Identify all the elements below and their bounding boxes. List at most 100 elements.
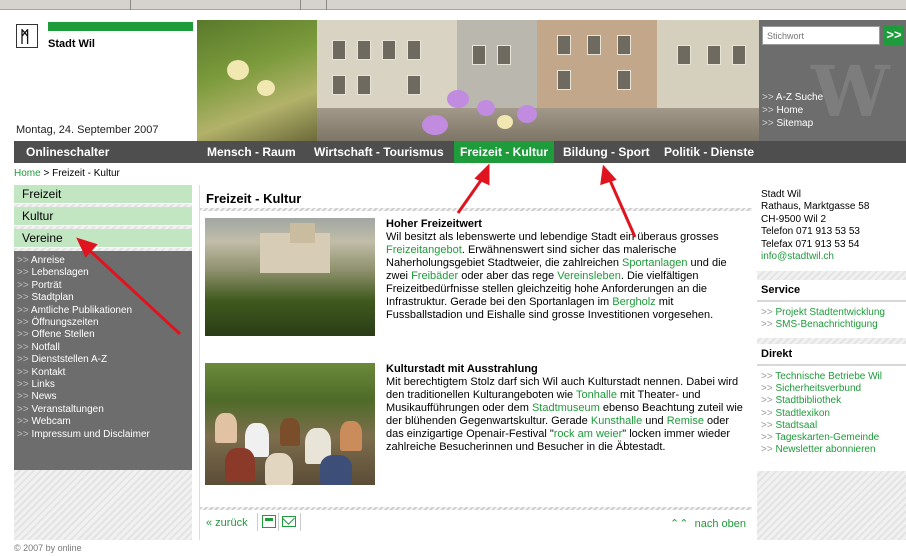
sidebar-link[interactable]: >> Webcam bbox=[17, 416, 192, 428]
direkt-heading: Direkt bbox=[757, 344, 906, 366]
service-heading: Service bbox=[757, 280, 906, 302]
nav-item-politik-dienste[interactable]: Politik - Dienste bbox=[664, 141, 754, 163]
link-tonhalle[interactable]: Tonhalle bbox=[576, 389, 617, 401]
nav-item-wirtschaft-tourismus[interactable]: Wirtschaft - Tourismus bbox=[314, 141, 444, 163]
annotation-arrowhead bbox=[600, 164, 617, 186]
breadcrumb-home[interactable]: Home bbox=[14, 168, 41, 179]
copyright: © 2007 by online bbox=[14, 543, 82, 553]
toolbar-separator bbox=[130, 0, 131, 10]
email-link[interactable]: info@stadtwil.ch bbox=[761, 251, 906, 263]
direkt-link[interactable]: >> Technische Betriebe Wil bbox=[761, 371, 906, 383]
main-nav: Onlineschalter Mensch - Raum Wirtschaft … bbox=[14, 141, 906, 163]
article-body: Wil besitzt als lebenswerte und lebendig… bbox=[386, 231, 727, 321]
address-box: Stadt Wil Rathaus, Marktgasse 58 CH-9500… bbox=[757, 185, 906, 271]
wil-crest-icon: ᛗ bbox=[16, 24, 38, 48]
subnav-freizeit[interactable]: Freizeit bbox=[14, 185, 192, 204]
brand-bar bbox=[48, 22, 193, 31]
annotation-arrowhead bbox=[474, 163, 490, 186]
subnav-kultur[interactable]: Kultur bbox=[14, 207, 192, 226]
divider bbox=[200, 208, 752, 211]
print-icon[interactable] bbox=[262, 515, 276, 528]
festival-crowd-photo bbox=[205, 363, 375, 485]
nav-item-bildung-sport[interactable]: Bildung - Sport bbox=[563, 141, 650, 163]
nav-item-onlineschalter[interactable]: Onlineschalter bbox=[26, 141, 109, 163]
back-link[interactable]: « zurück bbox=[206, 517, 248, 529]
link-kunsthalle[interactable]: Kunsthalle bbox=[591, 415, 642, 427]
breadcrumb-separator: > bbox=[40, 168, 53, 179]
quick-links: >> A-Z Suche >> Home >> Sitemap bbox=[762, 91, 823, 130]
direkt-link[interactable]: >> Sicherheitsverbund bbox=[761, 383, 906, 395]
breadcrumb: Home > Freizeit - Kultur bbox=[14, 168, 120, 179]
sidebar-link-list: >> Anreise >> Lebenslagen >> Porträt >> … bbox=[14, 251, 192, 470]
divider bbox=[200, 507, 752, 510]
mail-icon[interactable] bbox=[282, 516, 296, 527]
back-to-top-link[interactable]: ⌃⌃ nach oben bbox=[670, 517, 746, 530]
browser-toolbar-strip bbox=[0, 0, 906, 10]
sidebar-link[interactable]: >> Notfall bbox=[17, 342, 192, 354]
chevron-up-icon: ⌃⌃ bbox=[670, 518, 689, 530]
header-photo bbox=[197, 20, 759, 141]
address-line: CH-9500 Wil 2 bbox=[761, 213, 827, 225]
article-kultur: Kulturstadt mit Ausstrahlung Mit berecht… bbox=[386, 363, 746, 454]
article-body: Mit berechtigtem Stolz darf sich Wil auc… bbox=[386, 376, 743, 453]
city-name: Stadt Wil bbox=[48, 38, 95, 50]
sidebar-link[interactable]: >> Anreise bbox=[17, 255, 192, 267]
sidebar-link[interactable]: >> Kontakt bbox=[17, 367, 192, 379]
link-rock-am-weier[interactable]: rock am weier bbox=[554, 428, 622, 440]
address-line: Rathaus, Marktgasse 58 bbox=[761, 201, 870, 213]
nav-item-mensch-raum[interactable]: Mensch - Raum bbox=[207, 141, 296, 163]
sidebar-link[interactable]: >> Impressum und Disclaimer bbox=[17, 429, 192, 441]
sidebar-link[interactable]: >> Veranstaltungen bbox=[17, 404, 192, 416]
address-line: Telefax 071 913 53 54 bbox=[761, 238, 860, 250]
search-input[interactable] bbox=[762, 26, 880, 45]
direkt-box: Direkt >> Technische Betriebe Wil >> Sic… bbox=[757, 344, 906, 471]
link-freizeitangebot[interactable]: Freizeitangebot bbox=[386, 244, 462, 256]
direkt-link[interactable]: >> Stadtlexikon bbox=[761, 408, 906, 420]
content-footer: « zurück ⌃⌃ nach oben bbox=[200, 513, 752, 533]
right-column: Stadt Wil Rathaus, Marktgasse 58 CH-9500… bbox=[757, 185, 906, 540]
link-remise[interactable]: Remise bbox=[667, 415, 704, 427]
page-title: Freizeit - Kultur bbox=[206, 191, 302, 206]
service-link[interactable]: >> Projekt Stadtentwicklung bbox=[761, 307, 906, 319]
footer-separator bbox=[257, 513, 258, 531]
sidebar-link[interactable]: >> Links bbox=[17, 379, 192, 391]
subnav-vereine[interactable]: Vereine bbox=[14, 229, 192, 248]
article-heading: Kulturstadt mit Ausstrahlung bbox=[386, 363, 538, 375]
bear-watermark: W bbox=[811, 50, 890, 133]
sidebar-link[interactable]: >> Offene Stellen bbox=[17, 329, 192, 341]
sidebar-link[interactable]: >> Porträt bbox=[17, 280, 192, 292]
sidebar-link[interactable]: >> Öffnungszeiten bbox=[17, 317, 192, 329]
sidebar-link[interactable]: >> Stadtplan bbox=[17, 292, 192, 304]
logo-block[interactable]: ᛗ Stadt Wil Montag, 24. September 2007 bbox=[14, 20, 197, 141]
link-stadtmuseum[interactable]: Stadtmuseum bbox=[532, 402, 600, 414]
castle-photo bbox=[205, 218, 375, 336]
quick-link-az[interactable]: >> A-Z Suche bbox=[762, 91, 823, 104]
direkt-link[interactable]: >> Stadtsaal bbox=[761, 420, 906, 432]
service-box: Service >> Projekt Stadtentwicklung >> S… bbox=[757, 280, 906, 338]
direkt-link[interactable]: >> Tageskarten-Gemeinde bbox=[761, 432, 906, 444]
service-link[interactable]: >> SMS-Benachrichtigung bbox=[761, 319, 906, 331]
sidebar-link[interactable]: >> Dienststellen A-Z bbox=[17, 354, 192, 366]
direkt-link[interactable]: >> Stadtbibliothek bbox=[761, 395, 906, 407]
current-date: Montag, 24. September 2007 bbox=[16, 124, 159, 136]
article-heading: Hoher Freizeitwert bbox=[386, 218, 482, 230]
left-sidebar: Freizeit Kultur Vereine >> Anreise >> Le… bbox=[14, 185, 192, 540]
sidebar-link[interactable]: >> Amtliche Publikationen bbox=[17, 305, 192, 317]
link-bergholz[interactable]: Bergholz bbox=[612, 296, 655, 308]
page-header: ᛗ Stadt Wil Montag, 24. September 2007 >… bbox=[14, 20, 906, 141]
direkt-link[interactable]: >> Newsletter abonnieren bbox=[761, 444, 906, 456]
toolbar-separator bbox=[300, 0, 301, 10]
article-freizeit: Hoher Freizeitwert Wil besitzt als leben… bbox=[386, 218, 746, 322]
link-vereinsleben[interactable]: Vereinsleben bbox=[557, 270, 621, 282]
header-tools: >> W >> A-Z Suche >> Home >> Sitemap bbox=[759, 20, 906, 141]
link-sportanlagen[interactable]: Sportanlagen bbox=[622, 257, 687, 269]
footer-separator bbox=[278, 513, 279, 531]
main-content: Freizeit - Kultur Hoher Freizeitwert Wil… bbox=[199, 185, 752, 540]
search-button[interactable]: >> bbox=[884, 26, 904, 45]
sidebar-link[interactable]: >> Lebenslagen bbox=[17, 267, 192, 279]
quick-link-home[interactable]: >> Home bbox=[762, 104, 823, 117]
nav-item-freizeit-kultur[interactable]: Freizeit - Kultur bbox=[454, 141, 555, 163]
sidebar-link[interactable]: >> News bbox=[17, 391, 192, 403]
link-freibaeder[interactable]: Freibäder bbox=[411, 270, 458, 282]
quick-link-sitemap[interactable]: >> Sitemap bbox=[762, 117, 823, 130]
